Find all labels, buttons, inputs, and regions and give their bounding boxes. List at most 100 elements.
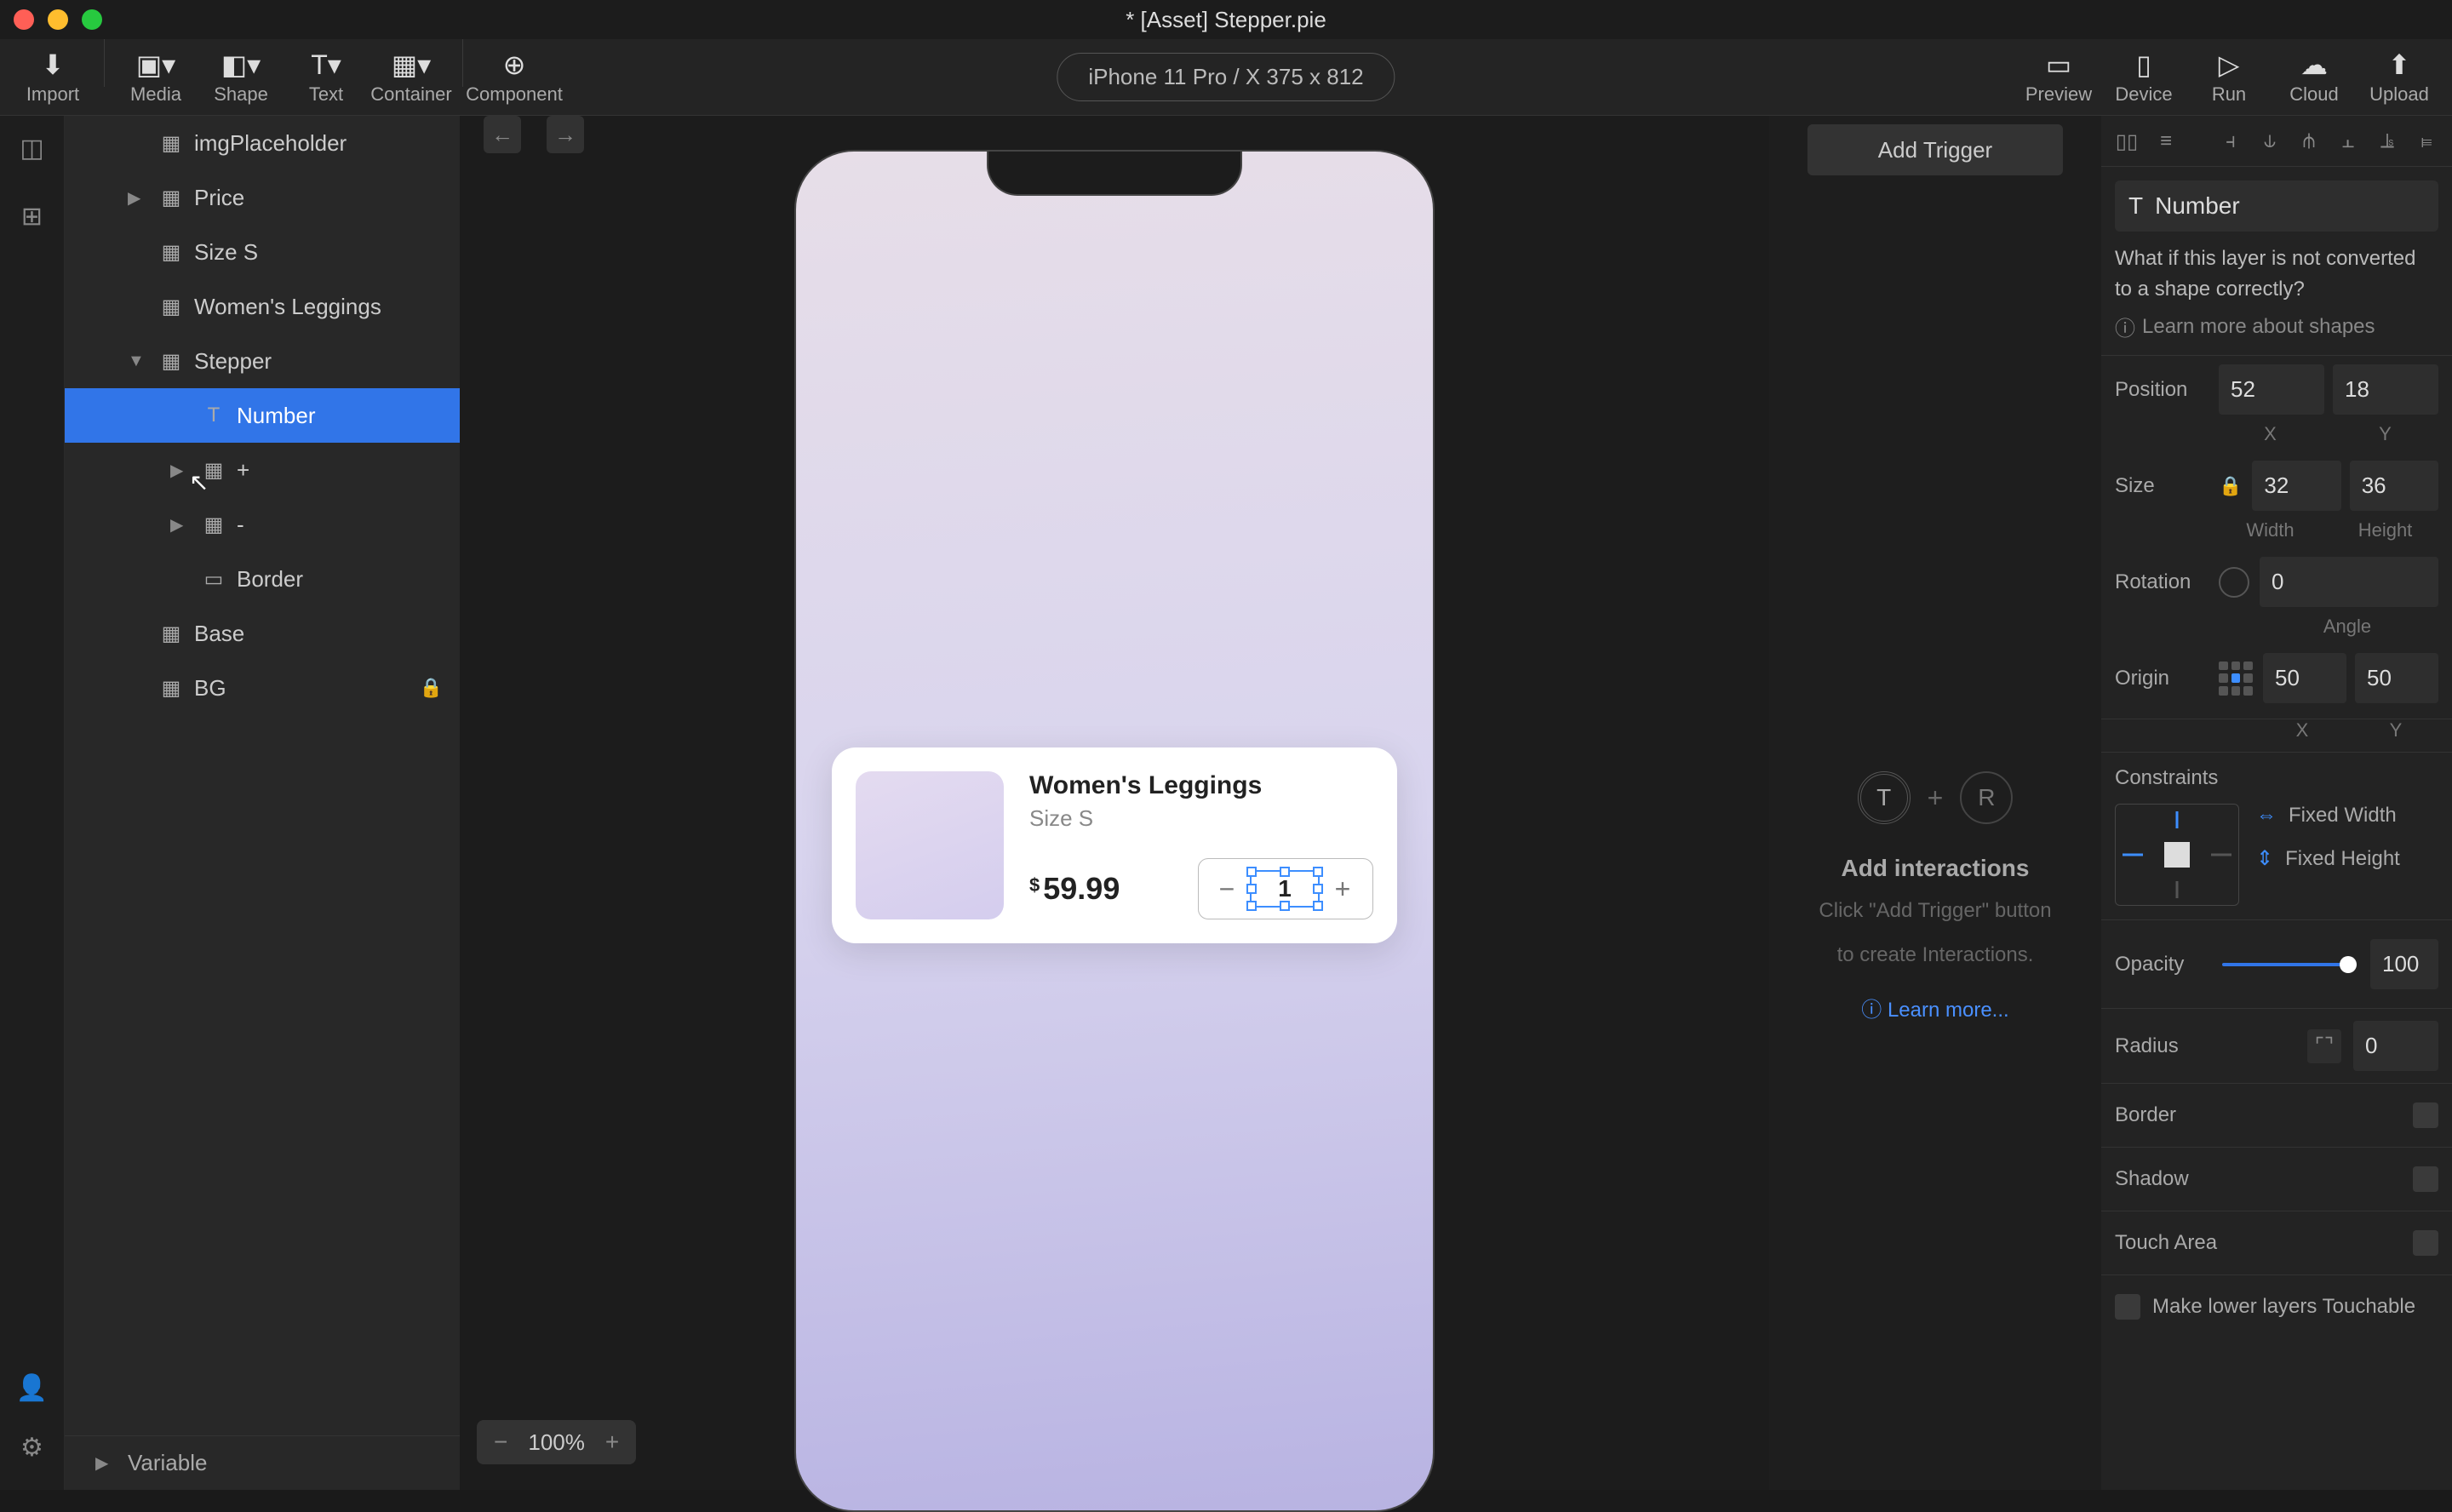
layer-row-number[interactable]: TNumber <box>65 388 460 443</box>
align-tool-1[interactable]: ⫞ <box>2214 124 2248 158</box>
upload-button[interactable]: ⬆Upload <box>2357 39 2442 116</box>
nav-back-button[interactable]: ← <box>484 116 521 153</box>
rotation-dial[interactable] <box>2219 567 2249 598</box>
align-tool-5[interactable]: ⫡ <box>2370 124 2404 158</box>
touch-area-label: Touch Area <box>2115 1231 2217 1255</box>
container-button[interactable]: ▦▾Container <box>369 39 454 116</box>
product-title: Women's Leggings <box>1029 771 1373 800</box>
layer-label: Base <box>194 621 244 647</box>
panel-toggle-icon[interactable]: ◫ <box>15 131 49 165</box>
component-button[interactable]: ⊕Component <box>472 39 557 116</box>
layer-row-stepper[interactable]: ▼▦Stepper <box>65 334 460 388</box>
cloud-button[interactable]: ☁Cloud <box>2272 39 2357 116</box>
chevron-right-icon: ▶ <box>95 1452 116 1474</box>
shape-button[interactable]: ◧▾Shape <box>198 39 284 116</box>
nav-forward-button[interactable]: → <box>547 116 584 153</box>
selected-layer-name: Number <box>2155 192 2240 220</box>
learn-more-link[interactable]: ⓘ Learn more... <box>1861 993 2008 1022</box>
layer-row-imgplaceholder[interactable]: ▦imgPlaceholder <box>65 116 460 170</box>
layer-row-women-s-leggings[interactable]: ▦Women's Leggings <box>65 279 460 334</box>
currency-symbol: $ <box>1029 874 1040 896</box>
origin-x-input[interactable] <box>2263 653 2346 703</box>
layer-row--[interactable]: ▶▦- <box>65 497 460 552</box>
text-icon: T▾ <box>311 49 341 80</box>
touch-area-toggle[interactable] <box>2413 1230 2438 1256</box>
align-left-icon[interactable]: ▯▯ <box>2110 124 2144 158</box>
settings-icon[interactable]: ⚙ <box>15 1430 49 1464</box>
position-y-input[interactable] <box>2333 364 2438 415</box>
account-icon[interactable]: 👤 <box>15 1371 49 1405</box>
media-button[interactable]: ▣▾Media <box>113 39 198 116</box>
variable-section[interactable]: ▶ Variable <box>65 1435 460 1490</box>
align-tool-3[interactable]: ⫛ <box>2292 124 2326 158</box>
align-tool-6[interactable]: ⫢ <box>2409 124 2443 158</box>
shadow-toggle[interactable] <box>2413 1166 2438 1192</box>
fixed-width-toggle[interactable]: ⇔Fixed Width <box>2256 804 2438 828</box>
lock-icon[interactable]: 🔒 <box>2219 475 2242 497</box>
close-window-button[interactable] <box>14 9 34 30</box>
run-button[interactable]: ▷Run <box>2186 39 2272 116</box>
zoom-in-button[interactable]: + <box>605 1429 619 1456</box>
zoom-out-button[interactable]: − <box>494 1429 507 1456</box>
layer-label: + <box>237 457 249 484</box>
price-value: 59.99 <box>1043 871 1120 907</box>
maximize-window-button[interactable] <box>82 9 102 30</box>
zoom-value[interactable]: 100% <box>528 1429 585 1456</box>
minimize-window-button[interactable] <box>48 9 68 30</box>
device-button[interactable]: ▯Device <box>2101 39 2186 116</box>
origin-y-input[interactable] <box>2355 653 2438 703</box>
layer-row-border[interactable]: ▭Border <box>65 552 460 606</box>
run-icon: ▷ <box>2219 49 2240 80</box>
rotation-label: Rotation <box>2115 570 2209 594</box>
position-x-input[interactable] <box>2219 364 2324 415</box>
layer-type-icon: ▦ <box>158 621 184 646</box>
border-toggle[interactable] <box>2413 1102 2438 1128</box>
product-card: Women's Leggings Size S $ 59.99 − 1 <box>832 747 1397 943</box>
canvas[interactable]: ← → Women's Leggings Size S $ 59.99 <box>460 116 1769 1490</box>
align-center-icon[interactable]: ≡ <box>2149 124 2183 158</box>
constraint-selector[interactable] <box>2115 804 2239 906</box>
selected-layer-header: T Number <box>2115 180 2438 232</box>
corner-radius-icon[interactable]: ⌜⌝ <box>2307 1029 2341 1063</box>
align-tool-4[interactable]: ⫠ <box>2331 124 2365 158</box>
import-button[interactable]: ⬇Import <box>10 39 95 116</box>
chevron-icon[interactable]: ▶ <box>170 514 191 536</box>
layer-label: Stepper <box>194 348 272 375</box>
align-tool-2[interactable]: ⫝ <box>2253 124 2287 158</box>
layer-row-price[interactable]: ▶▦Price <box>65 170 460 225</box>
opacity-label: Opacity <box>2115 953 2209 976</box>
conversion-warning: What if this layer is not converted to a… <box>2115 243 2438 305</box>
opacity-input[interactable] <box>2370 939 2438 989</box>
layer-row-size-s[interactable]: ▦Size S <box>65 225 460 279</box>
opacity-slider[interactable] <box>2222 963 2357 966</box>
add-trigger-button[interactable]: Add Trigger <box>1807 124 2063 175</box>
layer-row--[interactable]: ▶▦+ <box>65 443 460 497</box>
plus-icon: + <box>1928 782 1944 814</box>
layer-row-base[interactable]: ▦ Base <box>65 606 460 661</box>
origin-selector[interactable] <box>2219 662 2253 696</box>
lock-icon[interactable]: 🔒 <box>420 677 443 699</box>
quantity-value[interactable]: 1 <box>1255 875 1315 902</box>
chevron-icon[interactable]: ▶ <box>128 187 148 209</box>
text-icon: T <box>2128 192 2143 220</box>
layer-row-bg[interactable]: ▦BG🔒 <box>65 661 460 715</box>
layer-label: imgPlaceholder <box>194 130 347 157</box>
add-panel-icon[interactable]: ⊞ <box>15 199 49 233</box>
layer-label: - <box>237 512 244 538</box>
radius-input[interactable] <box>2353 1021 2438 1071</box>
text-button[interactable]: T▾Text <box>284 39 369 116</box>
rotation-input[interactable] <box>2260 557 2438 607</box>
radius-label: Radius <box>2115 1034 2209 1058</box>
layer-type-icon: ▦ <box>158 185 184 210</box>
upload-icon: ⬆ <box>2388 49 2411 80</box>
preview-button[interactable]: ▭Preview <box>2016 39 2101 116</box>
height-input[interactable] <box>2350 461 2438 511</box>
fixed-height-toggle[interactable]: ⇕Fixed Height <box>2256 846 2438 871</box>
chevron-icon[interactable]: ▶ <box>170 460 191 481</box>
touchable-checkbox[interactable] <box>2115 1294 2140 1320</box>
device-notch <box>987 150 1242 196</box>
learn-shapes-link[interactable]: ⓘ Learn more about shapes <box>2115 312 2438 341</box>
device-selector[interactable]: iPhone 11 Pro / X 375 x 812 <box>1057 53 1395 101</box>
chevron-icon[interactable]: ▼ <box>128 352 148 371</box>
width-input[interactable] <box>2252 461 2340 511</box>
